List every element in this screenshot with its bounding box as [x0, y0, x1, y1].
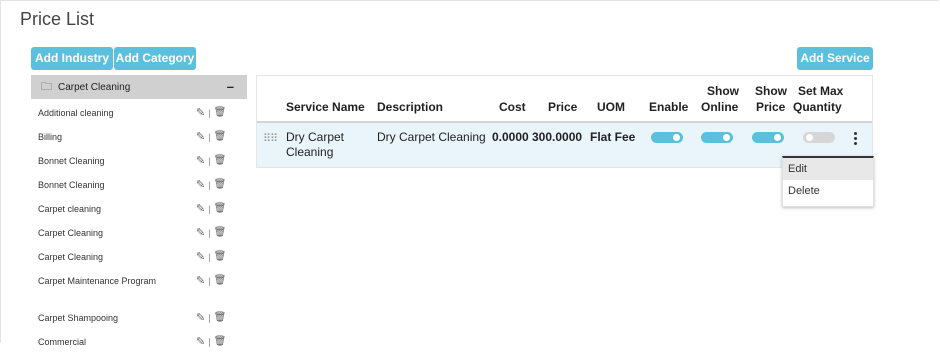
header-description[interactable]: Description — [377, 100, 443, 115]
folder-icon: 🗀 — [41, 80, 52, 93]
separator: | — [208, 131, 211, 142]
separator: | — [208, 312, 211, 323]
trash-icon[interactable]: 🗑 — [214, 131, 227, 142]
category-label: Additional cleaning — [38, 108, 114, 118]
cell-price: 300.0000 — [532, 130, 583, 144]
drag-handle-icon[interactable]: ⠿⠿ — [263, 132, 278, 145]
list-item[interactable]: Carpet Maintenance Program ✎ | 🗑 — [31, 275, 247, 312]
set-max-quantity-toggle[interactable] — [803, 132, 835, 143]
pencil-icon[interactable]: ✎ — [196, 178, 205, 191]
trash-icon[interactable]: 🗑 — [214, 227, 227, 238]
add-industry-button[interactable]: Add Industry — [31, 47, 113, 70]
header-show-price-line2: Price — [756, 100, 786, 114]
list-item[interactable]: Commercial ✎ | 🗑 — [31, 336, 247, 352]
category-label: Bonnet Cleaning — [38, 180, 105, 190]
toggle-knob — [673, 134, 680, 141]
separator: | — [208, 336, 211, 347]
category-label: Billing — [38, 132, 63, 142]
trash-icon[interactable]: 🗑 — [214, 251, 227, 262]
cell-description: Dry Carpet Cleaning — [377, 130, 486, 144]
separator: | — [208, 107, 211, 118]
header-uom[interactable]: UOM — [597, 100, 625, 115]
separator: | — [208, 251, 211, 262]
cell-uom: Flat Fee — [590, 130, 636, 144]
add-category-button[interactable]: Add Category — [114, 47, 196, 70]
header-set-max-line2: Quantity — [793, 100, 842, 114]
list-item[interactable]: Carpet Cleaning ✎ | 🗑 — [31, 227, 247, 251]
list-item[interactable]: Bonnet Cleaning ✎ | 🗑 — [31, 155, 247, 179]
cell-service-name-line1: Dry Carpet — [286, 130, 345, 144]
header-show-online-line2: Online — [701, 100, 739, 114]
category-label: Carpet cleaning — [38, 204, 102, 214]
list-item[interactable]: Additional cleaning ✎ | 🗑 — [31, 99, 247, 131]
trash-icon[interactable]: 🗑 — [214, 155, 227, 166]
list-item[interactable]: Billing ✎ | 🗑 — [31, 131, 247, 155]
separator: | — [208, 179, 211, 190]
cell-service-name-line2: Cleaning — [286, 145, 334, 159]
separator: | — [208, 275, 211, 286]
collapse-icon[interactable]: – — [227, 79, 234, 94]
trash-icon[interactable]: 🗑 — [214, 179, 227, 190]
toggle-knob — [774, 134, 781, 141]
list-item[interactable]: Carpet Shampooing ✎ | 🗑 — [31, 312, 247, 336]
list-item[interactable]: Carpet cleaning ✎ | 🗑 — [31, 203, 247, 227]
list-item[interactable]: Carpet Cleaning ✎ | 🗑 — [31, 251, 247, 275]
header-show-online-line1: Show — [707, 84, 739, 98]
pencil-icon[interactable]: ✎ — [196, 202, 205, 215]
separator: | — [208, 155, 211, 166]
sidebar-header-label: Carpet Cleaning — [58, 81, 131, 93]
category-label: Bonnet Cleaning — [38, 156, 105, 166]
pencil-icon[interactable]: ✎ — [196, 106, 205, 119]
services-table: Service Name Description Cost Price UOM … — [256, 75, 873, 168]
header-cost[interactable]: Cost — [499, 100, 526, 115]
menu-item-delete[interactable]: Delete — [783, 180, 873, 202]
list-item[interactable]: Bonnet Cleaning ✎ | 🗑 — [31, 179, 247, 203]
trash-icon[interactable]: 🗑 — [214, 312, 227, 323]
cell-cost: 0.0000 — [492, 130, 529, 144]
header-price[interactable]: Price — [548, 100, 577, 115]
pencil-icon[interactable]: ✎ — [196, 250, 205, 263]
pencil-icon[interactable]: ✎ — [196, 274, 205, 287]
row-actions-menu: Edit Delete — [782, 156, 874, 207]
add-service-button[interactable]: Add Service — [797, 47, 873, 70]
category-label: Carpet Maintenance Program — [38, 276, 157, 286]
separator: | — [208, 227, 211, 238]
category-label: Carpet Cleaning — [38, 228, 104, 238]
pencil-icon[interactable]: ✎ — [196, 311, 205, 324]
enable-toggle[interactable] — [651, 132, 683, 143]
header-enable[interactable]: Enable — [649, 100, 688, 115]
sidebar-header-carpet-cleaning[interactable]: 🗀 Carpet Cleaning – — [31, 75, 247, 99]
toggle-knob — [723, 134, 730, 141]
trash-icon[interactable]: 🗑 — [214, 336, 227, 347]
show-price-toggle[interactable] — [752, 132, 784, 143]
menu-item-edit[interactable]: Edit — [783, 158, 873, 180]
category-label: Carpet Cleaning — [38, 252, 104, 262]
pencil-icon[interactable]: ✎ — [196, 226, 205, 239]
trash-icon[interactable]: 🗑 — [214, 275, 227, 286]
header-set-max-line1: Set Max — [798, 84, 844, 98]
toggle-knob — [806, 134, 813, 141]
pencil-icon[interactable]: ✎ — [196, 335, 205, 348]
header-service-name[interactable]: Service Name — [286, 100, 365, 115]
row-actions-kebab-icon[interactable] — [854, 132, 860, 147]
separator: | — [208, 203, 211, 214]
trash-icon[interactable]: 🗑 — [214, 203, 227, 214]
page-title: Price List — [20, 9, 95, 29]
trash-icon[interactable]: 🗑 — [214, 107, 227, 118]
category-sidebar: 🗀 Carpet Cleaning – Additional cleaning … — [31, 75, 247, 352]
show-online-toggle[interactable] — [701, 132, 733, 143]
header-show-price-line1: Show — [755, 84, 787, 98]
pencil-icon[interactable]: ✎ — [196, 154, 205, 167]
pencil-icon[interactable]: ✎ — [196, 130, 205, 143]
category-label: Carpet Shampooing — [38, 313, 119, 323]
